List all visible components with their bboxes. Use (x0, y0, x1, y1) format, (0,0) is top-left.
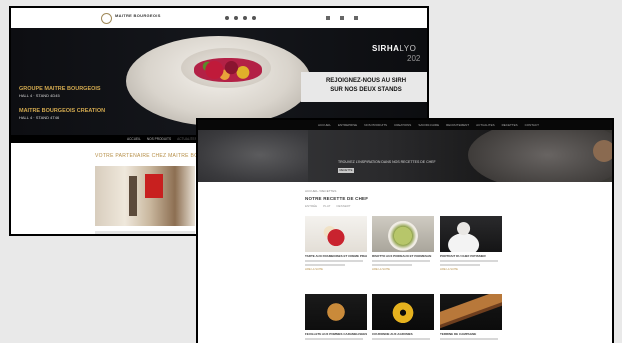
nav-item[interactable]: SAVOIR-FAIRE (418, 123, 439, 127)
top-bar: MAITRE BOURGEOIS (11, 8, 427, 28)
sirha-logo: SIRHALYO (372, 44, 417, 53)
join-banner[interactable]: REJOIGNEZ-NOUS AU SIRH SUR NOS DEUX STAN… (301, 72, 427, 102)
recipe-image[interactable] (372, 294, 434, 330)
main-nav: ACCUEIL ENTREPRISE NOS PRODUITS CREATION… (198, 120, 612, 130)
tab-entree[interactable]: ENTRÉE (305, 204, 317, 208)
recipe-card[interactable]: COURONNE AUX AGRUMES (372, 294, 434, 340)
read-more-link[interactable]: LIRE LA SUITE (372, 268, 434, 271)
nav-item[interactable]: CREATIONS (394, 123, 411, 127)
read-more-link[interactable]: LIRE LA SUITE (440, 268, 502, 271)
nav-item[interactable]: RECRUTEMENT (446, 123, 469, 127)
hero-banner: TROUVEZ L'INSPIRATION DANS NOS RECETTES … (198, 130, 612, 182)
event-location: HALL 4 · STAND 4T46 (19, 115, 60, 120)
recipe-title[interactable]: COURONNE AUX AGRUMES (372, 332, 434, 336)
nav-item[interactable]: ACTUALITES (177, 137, 197, 141)
social-icon[interactable] (252, 16, 256, 20)
recipe-title[interactable]: TERRINE DE CAMPAGNE (440, 332, 502, 336)
language-icon[interactable] (326, 16, 330, 20)
breadcrumb[interactable]: ACCUEIL / RECETTES (305, 189, 336, 193)
hero-button[interactable]: RECETTE (338, 168, 354, 173)
read-more-link[interactable]: LIRE LA SUITE (305, 268, 367, 271)
recipe-card[interactable]: RISOTTO AUX POIREAUX ET PARMESAN LIRE LA… (372, 216, 434, 271)
recipe-title[interactable]: RISOTTO AUX POIREAUX ET PARMESAN (372, 254, 434, 258)
recipe-title[interactable]: TARTE AUX FRAMBOISES ET CREME PRALINEE (305, 254, 367, 258)
nav-item[interactable]: NOS PRODUITS (364, 123, 387, 127)
recipe-title[interactable]: PORTRAIT DU CHEF PATISSIER (440, 254, 502, 258)
nav-item[interactable]: ACCUEIL (318, 123, 331, 127)
category-tabs: ENTRÉE PLAT DESSERT (305, 204, 351, 208)
social-icon[interactable] (225, 16, 229, 20)
recipe-image[interactable] (305, 294, 367, 330)
recipe-card[interactable]: FEUILLETE AUX POMMES CARAMELISEES (305, 294, 367, 340)
event-location: HALL 4 · STAND 4D45 (19, 93, 60, 98)
menu-icon[interactable] (354, 16, 358, 20)
recipe-image[interactable] (440, 216, 502, 252)
hero-text: TROUVEZ L'INSPIRATION DANS NOS RECETTES … (338, 160, 436, 164)
nav-item[interactable]: NOS PRODUITS (147, 137, 171, 141)
social-icon[interactable] (243, 16, 247, 20)
recipe-card[interactable]: TARTE AUX FRAMBOISES ET CREME PRALINEE L… (305, 216, 367, 271)
header-actions (326, 16, 358, 20)
nav-item[interactable]: RECETTES (502, 123, 518, 127)
front-screenshot: ACCUEIL ENTREPRISE NOS PRODUITS CREATION… (196, 118, 614, 343)
tab-dessert[interactable]: DESSERT (336, 204, 350, 208)
brand-name: MAITRE BOURGEOIS (115, 13, 161, 18)
page-title: NOTRE RECETTE DE CHEF (305, 196, 369, 201)
kitchen-image (95, 166, 195, 226)
recipe-image[interactable] (372, 216, 434, 252)
hero-dish-image (194, 58, 262, 82)
event-title: MAITRE BOURGEOIS CREATION (19, 108, 106, 114)
recipe-title[interactable]: FEUILLETE AUX POMMES CARAMELISEES (305, 332, 367, 336)
search-icon[interactable] (340, 16, 344, 20)
social-icon[interactable] (234, 16, 238, 20)
nav-item[interactable]: ACTUALITES (476, 123, 495, 127)
hero-hand-image (593, 140, 612, 162)
recipe-image[interactable] (305, 216, 367, 252)
content-strip (95, 231, 195, 234)
recipe-card[interactable]: TERRINE DE CAMPAGNE (440, 294, 502, 340)
tab-plat[interactable]: PLAT (323, 204, 330, 208)
social-links (225, 16, 256, 20)
recipe-image[interactable] (440, 294, 502, 330)
event-title: GROUPE MAITRE BOURGEOIS (19, 86, 101, 92)
nav-item[interactable]: ACCUEIL (127, 137, 141, 141)
hero-bowl-image (468, 130, 612, 182)
nav-item[interactable]: CONTACT (525, 123, 539, 127)
hero-stone-image (198, 130, 308, 182)
nav-item[interactable]: ENTREPRISE (338, 123, 357, 127)
recipe-card[interactable]: PORTRAIT DU CHEF PATISSIER LIRE LA SUITE (440, 216, 502, 271)
brand-logo-icon[interactable] (101, 13, 112, 24)
sirha-year: 202 (407, 54, 421, 63)
